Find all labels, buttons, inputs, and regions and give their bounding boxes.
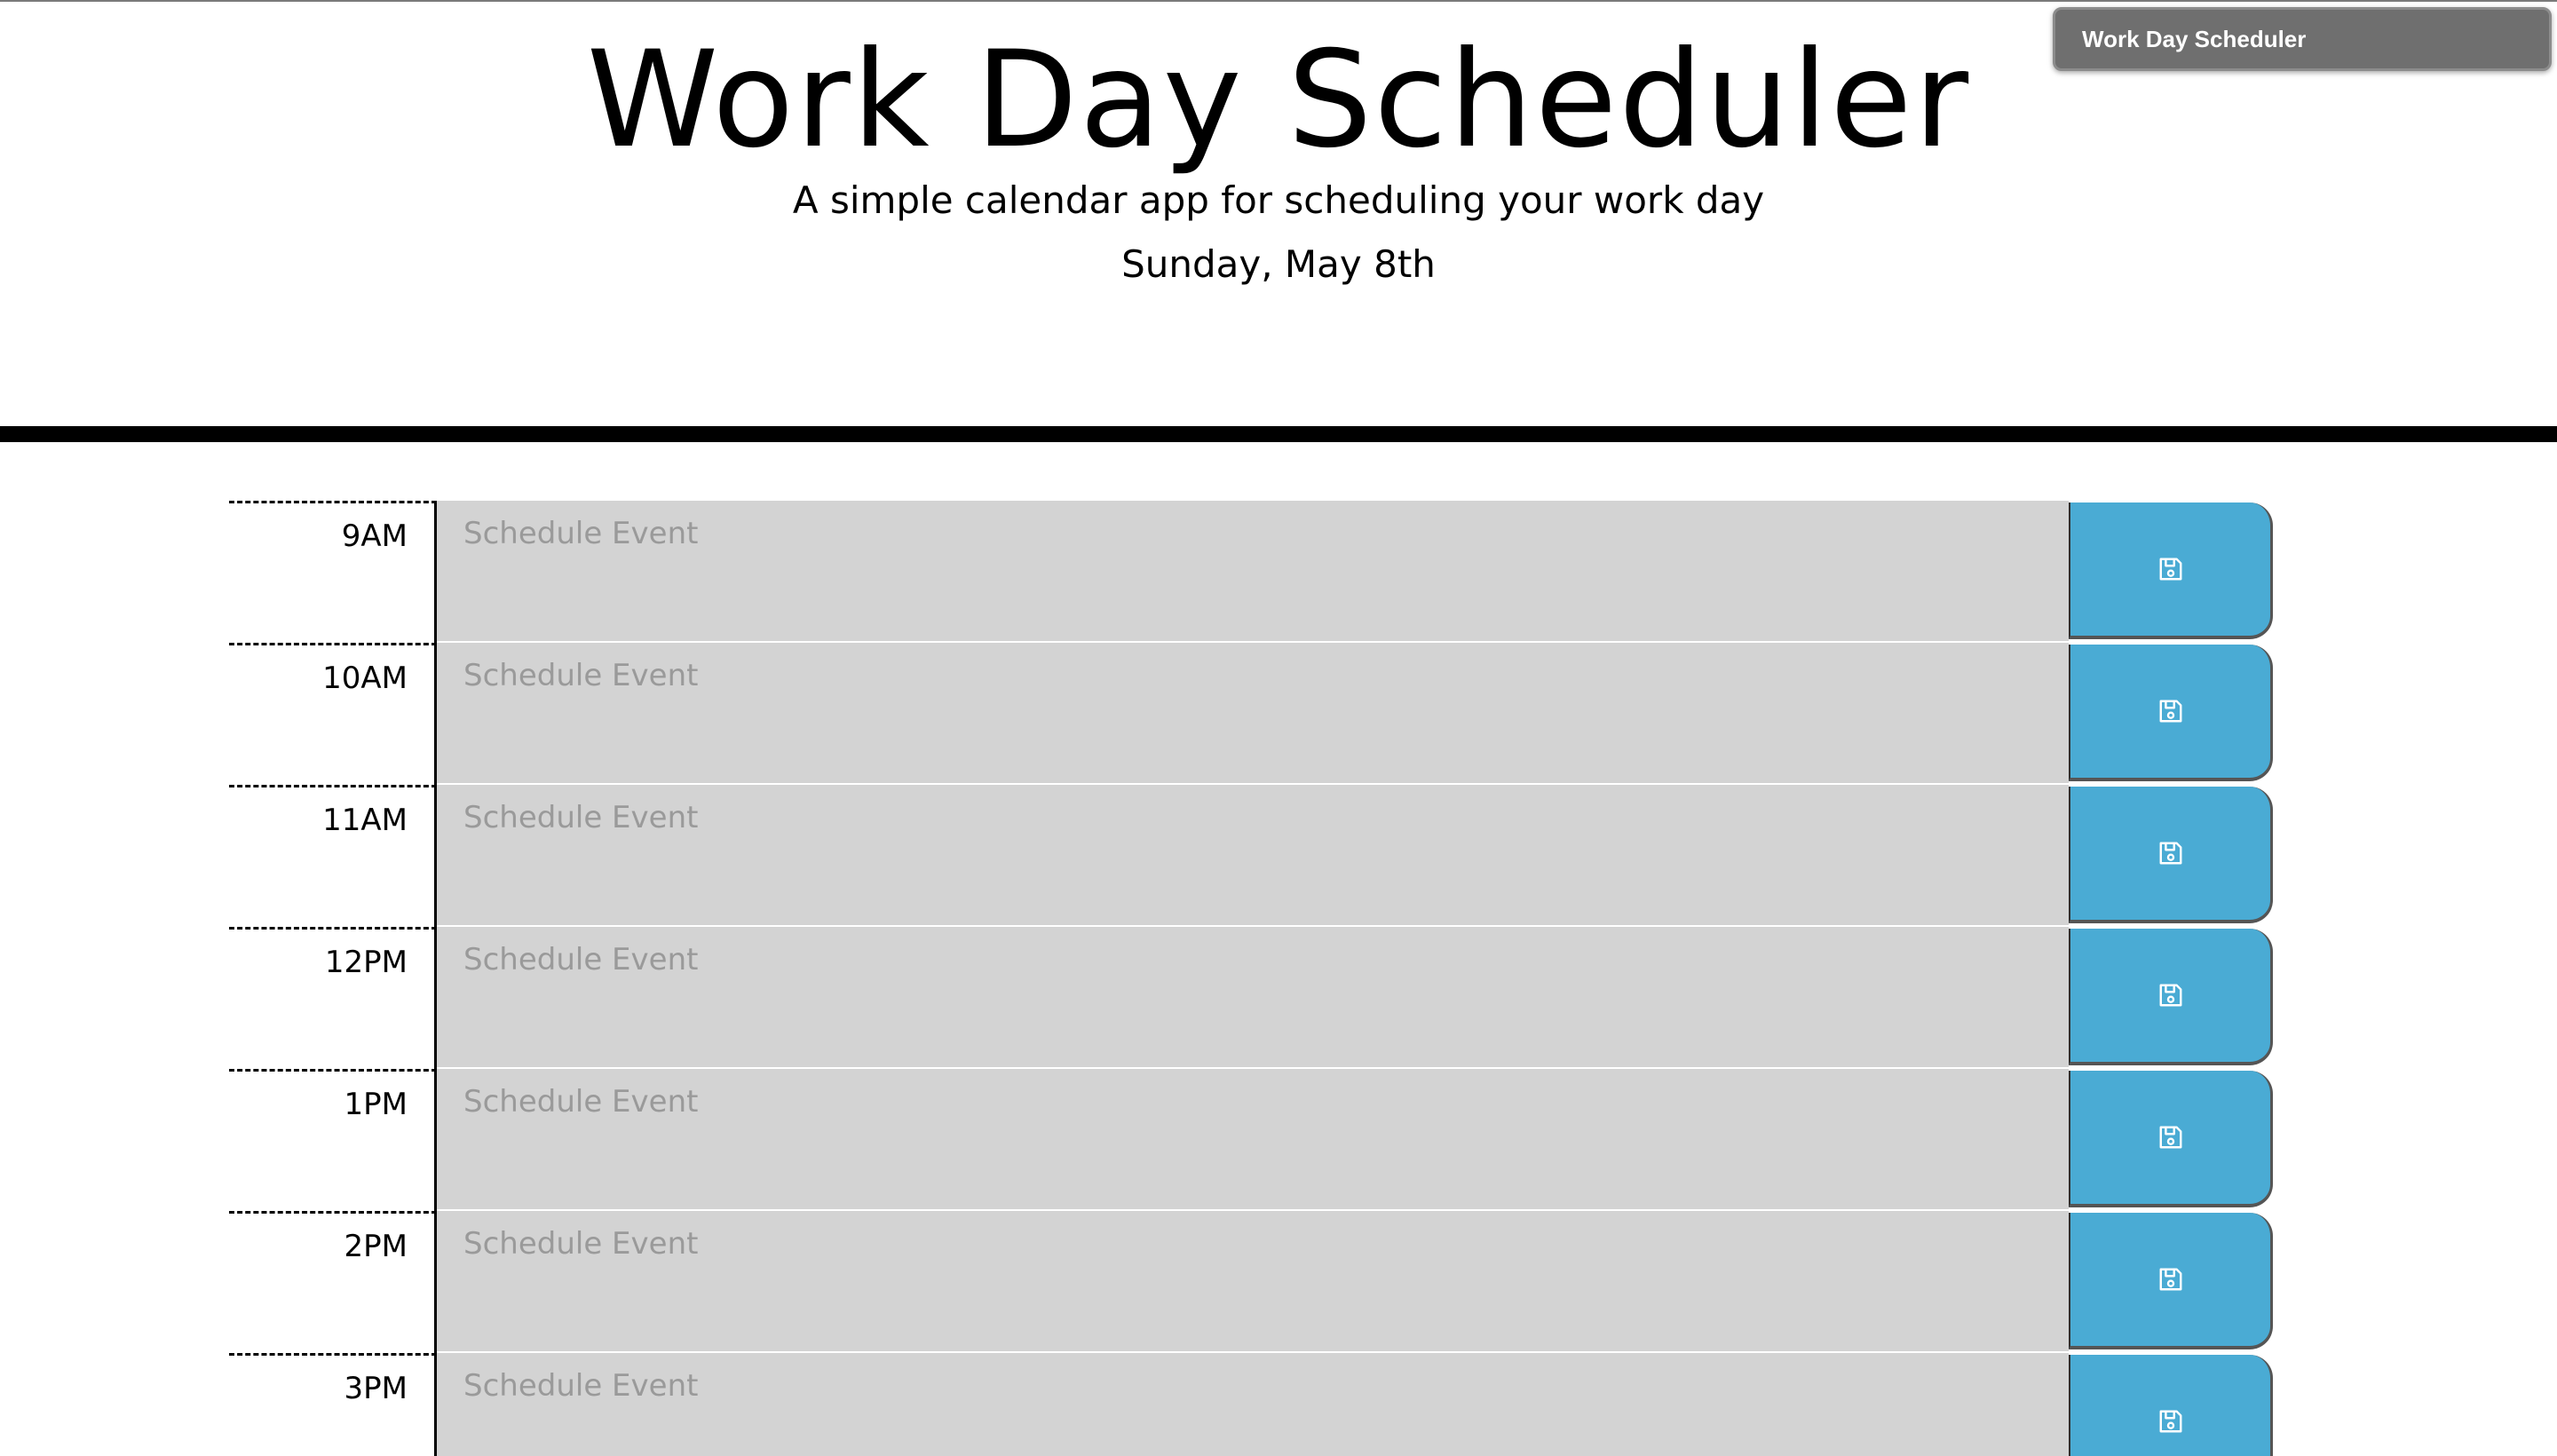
floppy-disk-icon (2159, 1268, 2181, 1291)
floppy-disk-icon (2159, 1410, 2181, 1433)
page-title: Work Day Scheduler (586, 23, 1971, 178)
hour-label: 11AM (229, 785, 437, 927)
hour-label: 12PM (229, 927, 437, 1069)
event-textarea[interactable] (437, 1353, 2069, 1456)
save-button[interactable] (2069, 1355, 2273, 1456)
floppy-disk-icon (2159, 700, 2181, 723)
time-block-3pm: 3PM (229, 1353, 2273, 1456)
schedule-container: 9AM 10AM 11AM (229, 501, 2273, 1456)
event-textarea[interactable] (437, 1069, 2069, 1211)
event-textarea[interactable] (437, 501, 2069, 643)
time-block-12pm: 12PM (229, 927, 2273, 1069)
hour-label: 9AM (229, 501, 437, 643)
save-button[interactable] (2069, 1213, 2273, 1349)
hour-label: 3PM (229, 1353, 437, 1456)
save-button[interactable] (2069, 502, 2273, 639)
event-textarea[interactable] (437, 1211, 2069, 1353)
time-block-10am: 10AM (229, 643, 2273, 785)
hour-label: 1PM (229, 1069, 437, 1211)
page: Work Day Scheduler Work Day Scheduler A … (0, 0, 2557, 1456)
floppy-disk-icon (2159, 558, 2181, 581)
time-block-2pm: 2PM (229, 1211, 2273, 1353)
floppy-disk-icon (2159, 1126, 2181, 1149)
time-block-1pm: 1PM (229, 1069, 2273, 1211)
hour-label: 10AM (229, 643, 437, 785)
floppy-disk-icon (2159, 984, 2181, 1007)
time-block-11am: 11AM (229, 785, 2273, 927)
save-button[interactable] (2069, 1071, 2273, 1207)
save-button[interactable] (2069, 787, 2273, 923)
hour-label: 2PM (229, 1211, 437, 1353)
save-button[interactable] (2069, 645, 2273, 781)
event-textarea[interactable] (437, 643, 2069, 785)
current-day: Sunday, May 8th (1121, 242, 1436, 286)
page-subtitle: A simple calendar app for scheduling you… (792, 178, 1765, 222)
event-textarea[interactable] (437, 785, 2069, 927)
floppy-disk-icon (2159, 842, 2181, 865)
header-divider (0, 426, 2557, 442)
time-block-9am: 9AM (229, 501, 2273, 643)
jumbotron-header: Work Day Scheduler A simple calendar app… (0, 2, 2557, 426)
save-button[interactable] (2069, 929, 2273, 1065)
event-textarea[interactable] (437, 927, 2069, 1069)
